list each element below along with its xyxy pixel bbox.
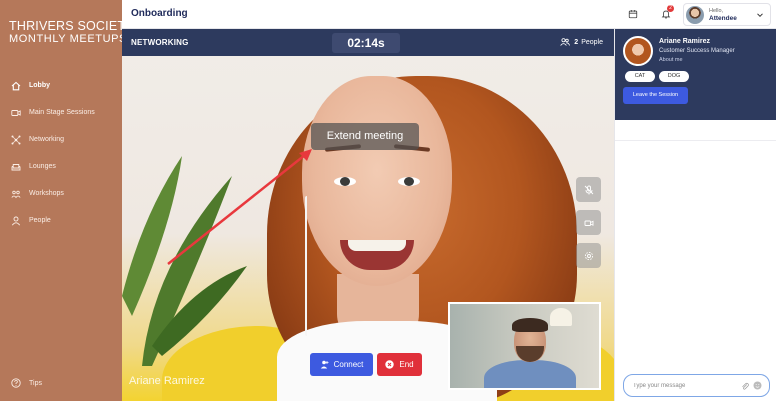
eye	[398, 177, 420, 186]
end-label: End	[399, 360, 414, 369]
person-icon	[11, 216, 21, 226]
section-label: NETWORKING	[131, 38, 189, 47]
user-greeting: Hello,	[709, 7, 724, 14]
sidebar-item-workshops[interactable]: Workshops	[0, 180, 122, 207]
eye	[334, 177, 356, 186]
sidebar-item-lobby[interactable]: Lobby	[0, 72, 122, 99]
divider	[615, 140, 776, 141]
about-me-link[interactable]: About me	[659, 57, 683, 63]
user-menu[interactable]: Hello, Attendee	[683, 3, 771, 26]
top-bar: Onboarding 2 Hello, Attendee	[122, 0, 776, 29]
session-timer: 02:14s	[332, 33, 400, 53]
close-circle-icon	[385, 360, 395, 369]
sidebar-item-label: People	[29, 217, 51, 224]
workshop-icon	[11, 189, 21, 199]
add-user-icon	[320, 360, 329, 369]
sidebar-item-people[interactable]: People	[0, 207, 122, 234]
sidebar-item-label: Networking	[29, 136, 65, 143]
connect-label: Connect	[333, 360, 364, 369]
gear-icon	[584, 251, 593, 260]
end-call-button[interactable]: End	[377, 353, 422, 376]
network-icon	[11, 135, 21, 145]
brand-title: THRIVERS SOCIETY	[9, 19, 134, 33]
shirt-shape	[484, 360, 576, 388]
sidebar-item-label: Lounges	[29, 163, 56, 170]
brand-subtitle: MONTHLY MEETUPS	[9, 33, 127, 45]
tips-label: Tips	[29, 379, 42, 387]
people-label: People	[581, 38, 603, 46]
profile-role: Customer Success Manager	[659, 48, 735, 54]
profile-avatar	[623, 36, 653, 66]
user-info: Hello, Attendee	[709, 7, 737, 23]
user-name: Attendee	[709, 14, 737, 22]
couch-icon	[11, 162, 21, 172]
help-icon	[11, 378, 21, 388]
notification-badge: 2	[667, 5, 674, 12]
sidebar-item-lounges[interactable]: Lounges	[0, 153, 122, 180]
mute-mic-button[interactable]	[576, 177, 601, 202]
sidebar-item-label: Main Stage Sessions	[29, 109, 95, 116]
message-input[interactable]	[633, 382, 743, 389]
video-stage: NETWORKING 02:14s 2 People Extend meetin…	[122, 29, 614, 401]
page-title: Onboarding	[131, 8, 188, 19]
participant-name-label: Ariane Ramirez	[129, 375, 205, 387]
people-counter: 2 People	[560, 38, 603, 46]
connect-button[interactable]: Connect	[310, 353, 373, 376]
user-avatar	[686, 5, 704, 24]
lamp-background	[550, 308, 572, 326]
interest-tag-cat: CAT	[625, 71, 655, 82]
home-icon	[11, 81, 21, 91]
brand-logo[interactable]: THRIVERS SOCIETY MONTHLY MEETUPS	[9, 19, 134, 46]
sidebar-nav: Lobby Main Stage Sessions Networking Lou…	[0, 72, 122, 234]
camera-toggle-button[interactable]	[576, 210, 601, 235]
interest-tag-dog: DOG	[659, 71, 689, 82]
hair-shape	[512, 318, 548, 332]
message-composer	[623, 374, 770, 397]
notification-bell-icon[interactable]: 2	[660, 5, 674, 20]
sidebar-item-networking[interactable]: Networking	[0, 126, 122, 153]
profile-card: Ariane Ramirez Customer Success Manager …	[615, 29, 776, 120]
emoji-icon[interactable]	[753, 381, 762, 390]
chevron-down-icon	[757, 13, 763, 18]
self-view-video[interactable]	[448, 302, 601, 390]
calendar-icon[interactable]	[627, 8, 639, 20]
mic-off-icon	[584, 185, 593, 194]
video-camera-icon	[11, 108, 21, 118]
tips-link[interactable]: Tips	[11, 378, 42, 388]
sidebar-item-label: Workshops	[29, 190, 64, 197]
camera-icon	[584, 220, 593, 226]
video-header: NETWORKING 02:14s 2 People	[122, 29, 614, 56]
sidebar-item-main-stage-sessions[interactable]: Main Stage Sessions	[0, 99, 122, 126]
sidebar-item-label: Lobby	[29, 82, 50, 89]
people-icon	[560, 38, 571, 46]
arrow-annotation	[167, 149, 312, 265]
settings-button[interactable]	[576, 243, 601, 268]
sidebar: THRIVERS SOCIETY MONTHLY MEETUPS Lobby M…	[0, 0, 134, 401]
profile-name: Ariane Ramirez	[659, 38, 710, 45]
people-count: 2	[574, 38, 579, 46]
paperclip-icon[interactable]	[741, 382, 749, 390]
side-panel: Ariane Ramirez Customer Success Manager …	[614, 29, 776, 401]
leave-session-button[interactable]: Leave the Session	[623, 87, 688, 104]
extend-meeting-tooltip[interactable]: Extend meeting	[311, 123, 419, 150]
